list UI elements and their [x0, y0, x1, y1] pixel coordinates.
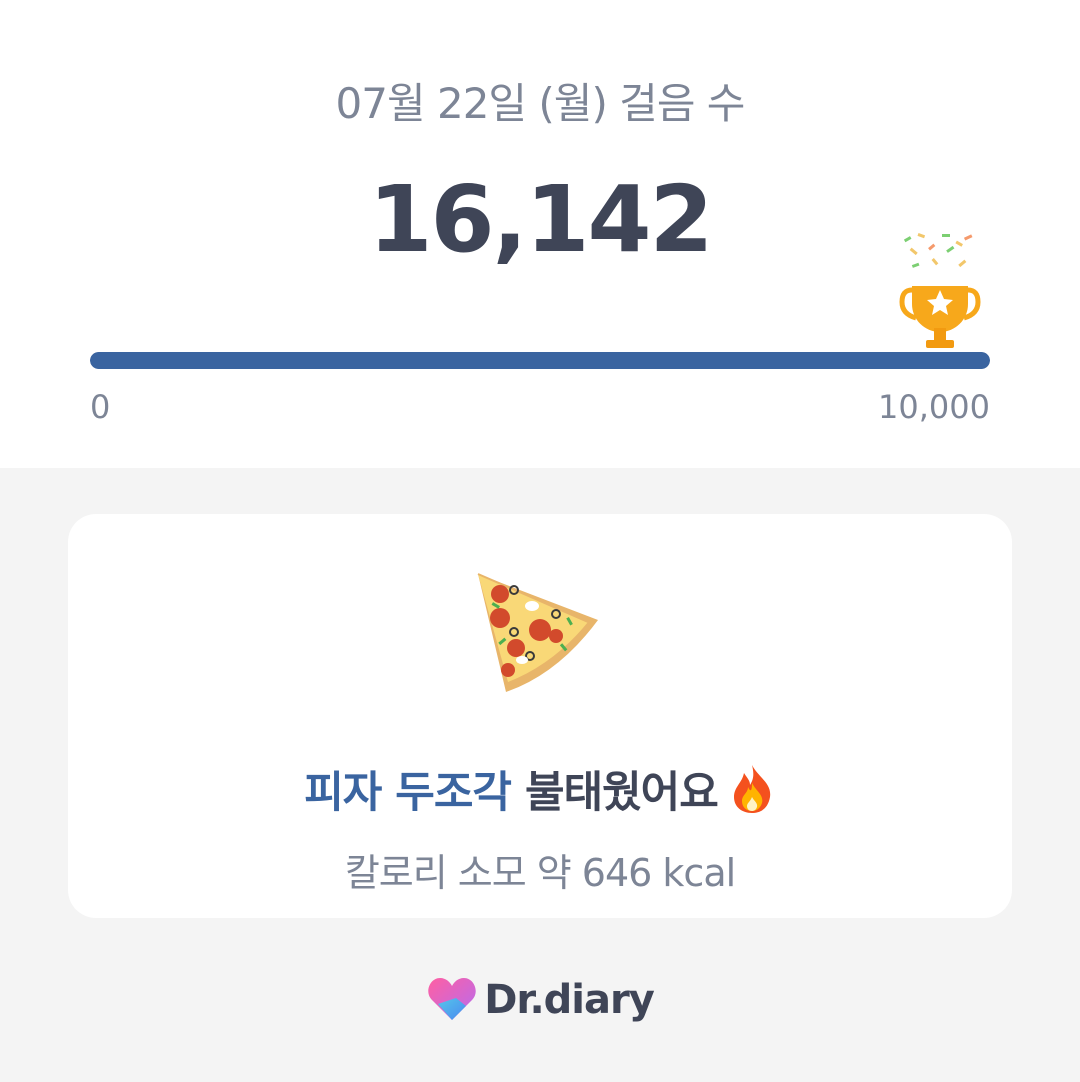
calorie-card: 피자 두조각 불태웠어요 칼로리 소모 약 646 kcal	[68, 514, 1012, 918]
calorie-burn-text: 칼로리 소모 약 646 kcal	[344, 851, 736, 895]
food-equivalent: 피자 두조각	[304, 768, 512, 818]
steps-progress-fill	[90, 352, 990, 369]
brand-footer: Dr.diary	[0, 972, 1080, 1028]
progress-max-label: 10,000	[878, 388, 990, 426]
steps-progress-bar	[90, 352, 990, 369]
heart-logo-icon	[428, 978, 476, 1020]
brand-name: Dr.diary	[484, 977, 655, 1023]
headline-rest: 불태웠어요	[524, 768, 719, 818]
trophy-icon	[899, 233, 981, 348]
fire-icon	[733, 765, 770, 813]
progress-min-label: 0	[90, 388, 111, 426]
steps-summary: 07월 22일 (월) 걸음 수 16,142 0 10,000	[0, 0, 1080, 468]
pizza-icon	[477, 573, 598, 692]
date-title: 07월 22일 (월) 걸음 수	[335, 79, 746, 128]
calorie-headline: 피자 두조각 불태웠어요	[68, 758, 1012, 820]
steps-share-card: 07월 22일 (월) 걸음 수 16,142 0 10,000 피자 두조각 …	[0, 0, 1080, 1082]
